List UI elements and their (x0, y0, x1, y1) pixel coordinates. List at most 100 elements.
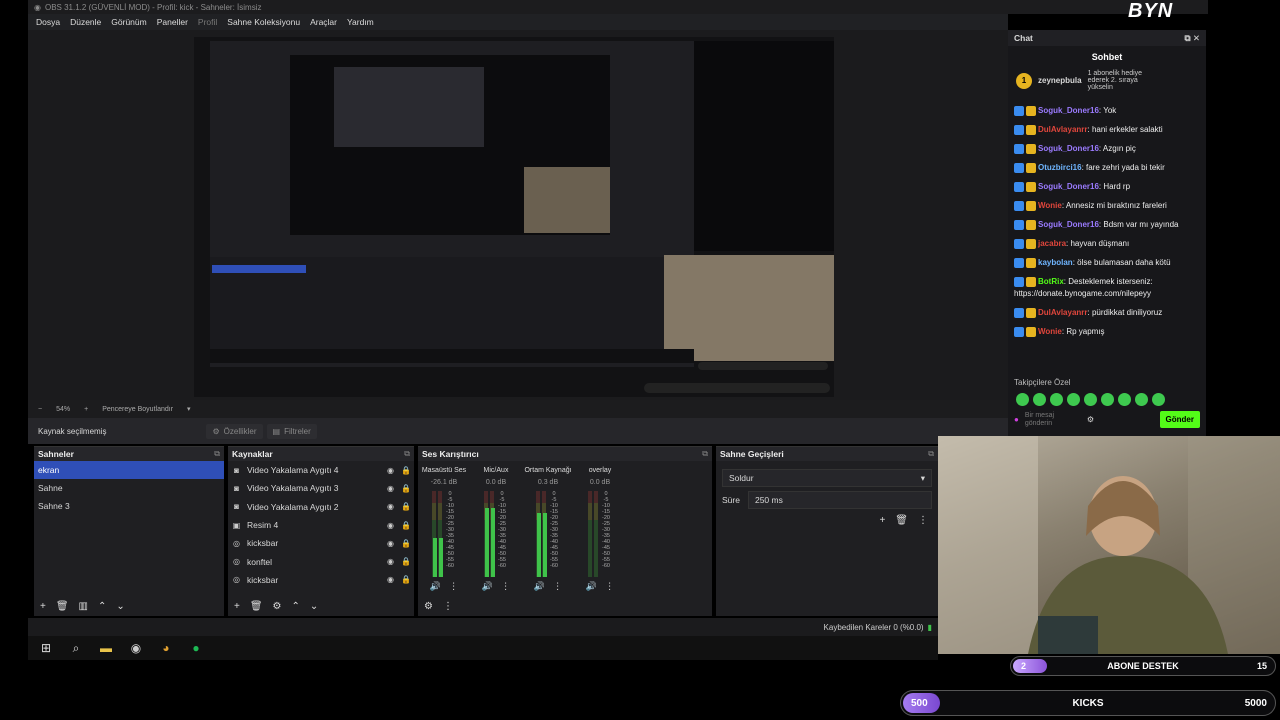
move-down-icon[interactable]: ⌄ (310, 601, 318, 612)
emote-icon[interactable] (1050, 393, 1063, 406)
filter-icon[interactable]: ▥ (79, 601, 88, 612)
chat-username[interactable]: DulAvlayanrr (1038, 125, 1088, 134)
emote-icon[interactable] (1135, 393, 1148, 406)
lock-icon[interactable]: 🔒 (401, 484, 411, 493)
emote-icon[interactable] (1084, 393, 1097, 406)
chrome-icon[interactable]: ◕ (158, 640, 174, 656)
chat-username[interactable]: BotRix (1038, 277, 1064, 286)
scene-item-sahne-3[interactable]: Sahne 3 (34, 497, 224, 515)
eye-icon[interactable]: ◉ (386, 539, 395, 548)
undock-icon[interactable]: ⧉ (928, 449, 934, 459)
source-item[interactable]: ◎ kicksbar ◉ 🔒 (228, 571, 414, 589)
add-icon[interactable]: + (879, 515, 885, 526)
chat-username[interactable]: DulAvlayanrr (1038, 308, 1088, 317)
folder-icon[interactable]: ▬ (98, 640, 114, 656)
zoom-in-icon[interactable]: + (84, 406, 88, 413)
chat-username[interactable]: kaybolan (1038, 258, 1073, 267)
move-up-icon[interactable]: ⌃ (292, 601, 300, 612)
trash-icon[interactable]: 🗑 (250, 601, 263, 612)
eye-icon[interactable]: ◉ (386, 484, 395, 493)
trash-icon[interactable]: 🗑 (895, 515, 908, 526)
transition-select[interactable]: Soldur ▾ (722, 469, 932, 487)
lock-icon[interactable]: 🔒 (401, 575, 411, 584)
lock-icon[interactable]: 🔒 (401, 557, 411, 566)
menu-profile[interactable]: Profil (198, 17, 217, 27)
emote-icon[interactable] (1033, 393, 1046, 406)
emote-icon[interactable] (1067, 393, 1080, 406)
add-icon[interactable]: + (234, 601, 240, 612)
windows-start-icon[interactable]: ⊞ (38, 640, 54, 656)
source-item[interactable]: ◙ Video Yakalama Aygıtı 2 ◉ 🔒 (228, 498, 414, 516)
chat-username[interactable]: Soguk_Doner16 (1038, 106, 1099, 115)
chat-username[interactable]: Otuzbirci16 (1038, 163, 1082, 172)
spotify-icon[interactable]: ● (188, 640, 204, 656)
fit-to-window[interactable]: Pencereye Boyutlandır (102, 406, 173, 413)
speaker-icon[interactable]: 🔊 (430, 581, 441, 592)
speaker-icon[interactable]: 🔊 (482, 581, 493, 592)
chat-username[interactable]: Soguk_Doner16 (1038, 182, 1099, 191)
menu-edit[interactable]: Düzenle (70, 17, 101, 27)
more-icon[interactable]: ⋮ (501, 581, 510, 592)
chat-input[interactable]: Bir mesaj gönderin (1025, 412, 1065, 428)
volume-meter[interactable]: 0 -5 -10 -15 -20 -25 -30 -35 -40 -45 -50 -55 -60 (424, 491, 464, 577)
emote-icon[interactable] (1016, 393, 1029, 406)
menu-tools[interactable]: Araçlar (310, 17, 337, 27)
undock-icon[interactable]: ⧉ (702, 449, 708, 459)
scene-item-ekran[interactable]: ekran (34, 461, 224, 479)
lock-icon[interactable]: 🔒 (401, 502, 411, 511)
eye-icon[interactable]: ◉ (386, 521, 395, 530)
source-item[interactable]: ◙ Video Yakalama Aygıtı 3 ◉ 🔒 (228, 479, 414, 497)
lock-icon[interactable]: 🔒 (401, 466, 411, 475)
menu-help[interactable]: Yardım (347, 17, 374, 27)
more-icon[interactable]: ⋮ (605, 581, 614, 592)
eye-icon[interactable]: ◉ (386, 557, 395, 566)
chat-username[interactable]: Soguk_Doner16 (1038, 144, 1099, 153)
settings-icon[interactable]: ⚙ (1087, 415, 1094, 424)
close-icon[interactable]: ⧉ ✕ (1184, 33, 1200, 44)
emote-icon[interactable] (1101, 393, 1114, 406)
obs-icon[interactable]: ◉ (128, 640, 144, 656)
preview-canvas[interactable] (194, 37, 834, 397)
source-item[interactable]: ◎ konftel ◉ 🔒 (228, 552, 414, 570)
more-icon[interactable]: ⋮ (443, 601, 453, 612)
volume-meter[interactable]: 0 -5 -10 -15 -20 -25 -30 -35 -40 -45 -50 -55 -60 (476, 491, 516, 577)
menu-scene-collection[interactable]: Sahne Koleksiyonu (227, 17, 300, 27)
settings-icon[interactable]: ⚙ (424, 601, 433, 612)
search-icon[interactable]: ⌕ (68, 640, 84, 656)
more-icon[interactable]: ⋮ (553, 581, 562, 592)
lock-icon[interactable]: 🔒 (401, 521, 411, 530)
chat-username[interactable]: Wonie (1038, 201, 1062, 210)
menu-docks[interactable]: Paneller (157, 17, 188, 27)
microphone-icon[interactable]: ● (1014, 415, 1019, 424)
speaker-icon[interactable]: 🔊 (586, 581, 597, 592)
zoom-out-icon[interactable]: − (38, 406, 42, 413)
more-icon[interactable]: ⋮ (918, 515, 928, 526)
move-up-icon[interactable]: ⌃ (98, 601, 106, 612)
source-item[interactable]: ▣ Resim 4 ◉ 🔒 (228, 516, 414, 534)
chat-username[interactable]: Wonie (1038, 327, 1062, 336)
volume-meter[interactable]: 0 -5 -10 -15 -20 -25 -30 -35 -40 -45 -50 -55 -60 (580, 491, 620, 577)
chat-username[interactable]: Soguk_Doner16 (1038, 220, 1099, 229)
scene-item-sahne[interactable]: Sahne (34, 479, 224, 497)
move-down-icon[interactable]: ⌄ (116, 601, 124, 612)
source-item[interactable]: ◙ Video Yakalama Aygıtı 4 ◉ 🔒 (228, 461, 414, 479)
undock-icon[interactable]: ⧉ (404, 449, 410, 459)
trash-icon[interactable]: 🗑 (56, 601, 69, 612)
undock-icon[interactable]: ⧉ (214, 449, 220, 459)
speaker-icon[interactable]: 🔊 (534, 581, 545, 592)
eye-icon[interactable]: ◉ (386, 466, 395, 475)
lock-icon[interactable]: 🔒 (401, 539, 411, 548)
filters-button[interactable]: ▤ Filtreler (266, 423, 317, 439)
duration-input[interactable]: 250 ms (747, 491, 932, 509)
emote-icon[interactable] (1152, 393, 1165, 406)
more-icon[interactable]: ⋮ (449, 581, 458, 592)
eye-icon[interactable]: ◉ (386, 575, 395, 584)
menu-file[interactable]: Dosya (36, 17, 60, 27)
eye-icon[interactable]: ◉ (386, 502, 395, 511)
gear-icon[interactable]: ⚙ (273, 601, 282, 612)
chat-username[interactable]: jacabra (1038, 239, 1066, 248)
add-icon[interactable]: + (40, 601, 46, 612)
emote-icon[interactable] (1118, 393, 1131, 406)
send-button[interactable]: Gönder (1159, 411, 1200, 428)
menu-view[interactable]: Görünüm (111, 17, 146, 27)
